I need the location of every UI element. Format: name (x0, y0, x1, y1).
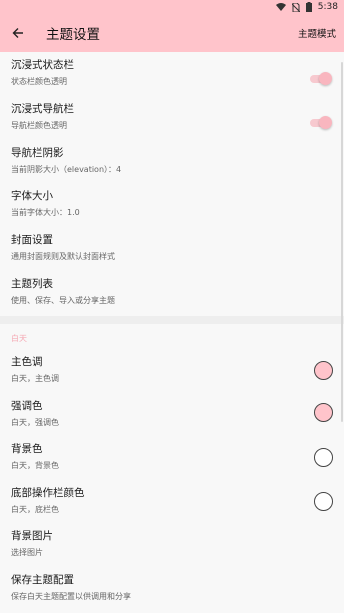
bottom-bar-color-swatch[interactable] (314, 492, 333, 511)
setting-title: 背景图片 (11, 530, 53, 542)
setting-subtitle: 当前字体大小：1.0 (11, 208, 80, 217)
page-title: 主题设置 (46, 27, 100, 43)
setting-title: 保存主题配置 (11, 574, 74, 586)
section-divider (0, 316, 344, 324)
setting-navbar-shadow[interactable]: 导航栏阴影 当前阴影大小（elevation）：4 (11, 146, 344, 186)
status-time: 5:38 (317, 2, 338, 12)
setting-title: 主色调 (11, 356, 43, 368)
setting-immersive-navbar[interactable]: 沉浸式导航栏 导航栏颜色透明 (11, 102, 344, 142)
setting-subtitle: 当前阴影大小（elevation）：4 (11, 165, 122, 174)
setting-title: 导航栏阴影 (11, 147, 64, 159)
arrow-left-icon (12, 28, 23, 38)
setting-subtitle: 白天，底栏色 (11, 505, 59, 514)
setting-title: 底部操作栏颜色 (11, 487, 85, 499)
setting-background-image[interactable]: 背景图片 选择图片 (11, 529, 344, 569)
app-bar: 主题设置 主题模式 (0, 14, 344, 52)
background-color-swatch[interactable] (314, 448, 333, 467)
setting-theme-list[interactable]: 主题列表 使用、保存、导入或分享主题 (11, 277, 344, 317)
immersive-navbar-toggle[interactable] (310, 116, 332, 129)
setting-font-size[interactable]: 字体大小 当前字体大小：1.0 (11, 189, 344, 229)
setting-accent-color[interactable]: 强调色 白天，强调色 (11, 399, 344, 439)
immersive-statusbar-toggle[interactable] (310, 72, 332, 85)
setting-bottom-bar-color[interactable]: 底部操作栏颜色 白天，底栏色 (11, 486, 344, 526)
setting-title: 沉浸式导航栏 (11, 103, 74, 115)
accent-color-swatch[interactable] (314, 403, 333, 422)
back-button[interactable] (0, 14, 36, 52)
wifi-icon (275, 3, 286, 11)
setting-subtitle: 导航栏颜色透明 (11, 121, 67, 130)
setting-save-theme[interactable]: 保存主题配置 保存白天主题配置以供调用和分享 (11, 573, 344, 613)
setting-subtitle: 白天，强调色 (11, 418, 59, 427)
section-label-day: 白天 (11, 334, 27, 343)
setting-subtitle: 通用封面规则及默认封面样式 (11, 252, 115, 261)
setting-subtitle: 使用、保存、导入或分享主题 (11, 296, 115, 305)
setting-cover[interactable]: 封面设置 通用封面规则及默认封面样式 (11, 233, 344, 273)
setting-title: 封面设置 (11, 234, 53, 246)
setting-title: 强调色 (11, 400, 43, 412)
setting-subtitle: 白天，主色调 (11, 374, 59, 383)
setting-background-color[interactable]: 背景色 白天，背景色 (11, 442, 344, 482)
primary-color-swatch[interactable] (314, 361, 333, 380)
theme-mode-button[interactable]: 主题模式 (298, 26, 336, 40)
setting-subtitle: 白天，背景色 (11, 461, 59, 470)
status-bar: 5:38 (0, 0, 344, 14)
setting-subtitle: 选择图片 (11, 548, 43, 557)
setting-subtitle: 保存白天主题配置以供调用和分享 (11, 592, 131, 601)
setting-title: 背景色 (11, 443, 43, 455)
settings-list: 沉浸式状态栏 状态栏颜色透明 沉浸式导航栏 导航栏颜色透明 导航栏阴影 当前阴影… (0, 52, 344, 613)
setting-title: 主题列表 (11, 278, 53, 290)
setting-immersive-statusbar[interactable]: 沉浸式状态栏 状态栏颜色透明 (11, 58, 344, 98)
setting-subtitle: 状态栏颜色透明 (11, 77, 67, 86)
setting-title: 沉浸式状态栏 (11, 59, 74, 71)
no-sim-icon (291, 2, 300, 12)
battery-icon (305, 2, 312, 12)
setting-title: 字体大小 (11, 190, 53, 202)
scrollbar[interactable] (341, 62, 343, 422)
setting-primary-color[interactable]: 主色调 白天，主色调 (11, 355, 344, 395)
